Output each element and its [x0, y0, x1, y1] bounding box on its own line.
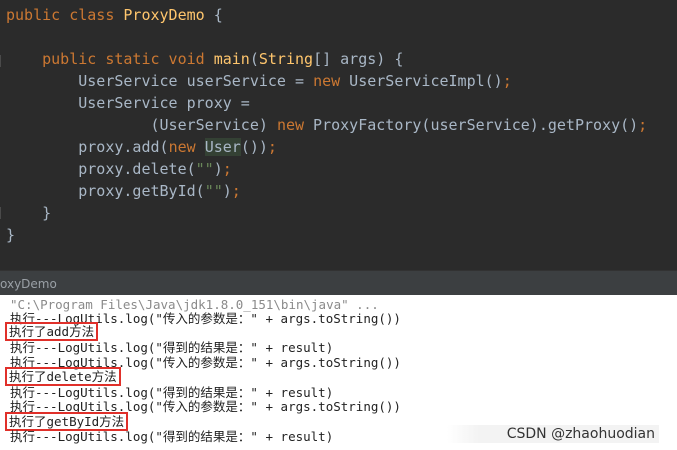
- code-line-1: public class ProxyDemo {: [6, 4, 223, 26]
- code-text: UserService userService =: [78, 72, 314, 90]
- string-literal: "": [204, 182, 223, 200]
- code-line-11: }: [6, 224, 15, 246]
- code-line-10: }: [6, 202, 51, 224]
- keyword: new: [313, 72, 341, 90]
- code-text: UserService proxy =: [78, 94, 250, 112]
- code-text: {: [204, 6, 223, 24]
- method-name: main: [213, 50, 250, 68]
- code-text: (UserService): [150, 116, 277, 134]
- code-text: }: [6, 226, 16, 244]
- highlighted-output: 执行了getById方法: [4, 412, 129, 431]
- semicolon: ;: [267, 138, 277, 156]
- code-text: ): [213, 160, 223, 178]
- code-text: ProxyFactory(userService).getProxy(): [304, 116, 639, 134]
- console-line: 执行---LogUtils.log("传入的参数是：" + args.toStr…: [10, 399, 401, 414]
- console-line: "C:\Program Files\Java\jdk1.8.0_151\bin\…: [10, 297, 379, 312]
- keyword: new: [276, 116, 305, 134]
- watermark: CSDN @zhaohuodian: [446, 425, 659, 443]
- class-name: ProxyDemo: [123, 6, 205, 24]
- code-line-7: proxy.add(new User());: [6, 136, 277, 158]
- code-line-3: public static void main(String[] args) {: [6, 48, 403, 70]
- code-text: [] args) {: [313, 50, 404, 68]
- code-text: }: [42, 204, 52, 222]
- keyword: public static void: [42, 50, 214, 68]
- code-text: UserServiceImpl(): [340, 72, 503, 90]
- code-line-8: proxy.delete("");: [6, 158, 232, 180]
- console-line: 执行了add方法: [4, 322, 99, 341]
- run-tab-title[interactable]: oxyDemo: [0, 277, 57, 291]
- code-text: (: [249, 50, 259, 68]
- type-name: String: [258, 50, 314, 68]
- code-text: ): [222, 182, 232, 200]
- keyword: new: [168, 138, 196, 156]
- highlighted-class: User: [204, 138, 241, 156]
- code-editor[interactable]: public class ProxyDemo { public static v…: [0, 0, 677, 270]
- code-text: proxy.getById(: [78, 182, 205, 200]
- run-panel-header[interactable]: oxyDemo: [0, 270, 677, 296]
- code-text: ()): [240, 138, 268, 156]
- code-line-9: proxy.getById("");: [6, 180, 241, 202]
- highlighted-output: 执行了add方法: [4, 322, 99, 341]
- console-line: 执行---LogUtils.log("得到的结果是：" + result): [10, 385, 334, 400]
- keyword: public class: [6, 6, 124, 24]
- semicolon: ;: [222, 160, 232, 178]
- code-line-5: UserService proxy =: [6, 92, 250, 114]
- code-line-6: (UserService) new ProxyFactory(userServi…: [6, 114, 648, 136]
- console-line: 执行了getById方法: [4, 412, 129, 431]
- code-text: proxy.add(: [78, 138, 169, 156]
- code-text: proxy.delete(: [78, 160, 196, 178]
- semicolon: ;: [502, 72, 512, 90]
- semicolon: ;: [231, 182, 241, 200]
- console-line: 执行了delete方法: [5, 367, 121, 386]
- console-line: 执行---LogUtils.log("传入的参数是：" + args.toStr…: [10, 355, 401, 370]
- highlighted-output: 执行了delete方法: [5, 367, 121, 386]
- string-literal: "": [195, 160, 214, 178]
- semicolon: ;: [638, 116, 648, 134]
- console-line: 执行---LogUtils.log("得到的结果是：" + result): [10, 340, 334, 355]
- console-line: 执行---LogUtils.log("得到的结果是：" + result): [10, 429, 334, 444]
- code-line-4: UserService userService = new UserServic…: [6, 70, 512, 92]
